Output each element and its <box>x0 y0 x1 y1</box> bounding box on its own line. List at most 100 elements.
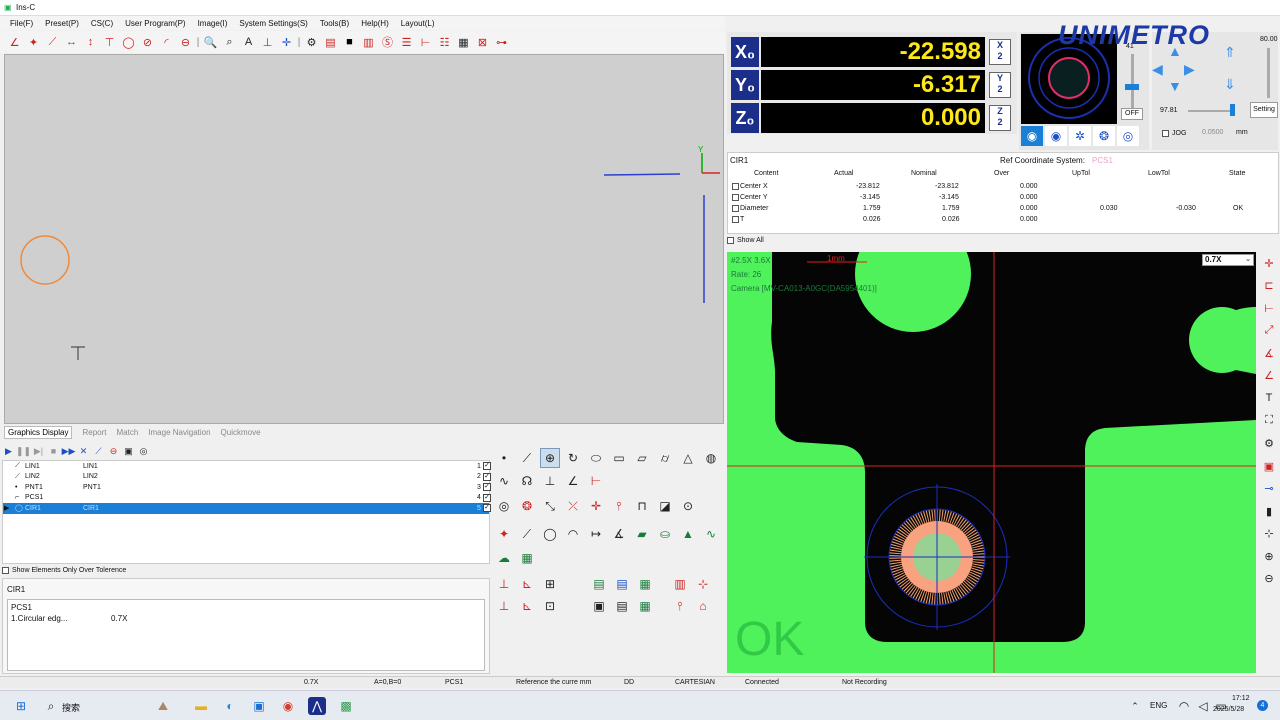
visibility-checkbox[interactable]: ✓ <box>483 493 491 502</box>
list-item-selected[interactable]: ▶ ◯ CIR1 CIR1 5 ✓ <box>3 503 491 514</box>
text-tool-icon[interactable]: A <box>240 34 257 51</box>
word-export-icon[interactable]: ▤ <box>612 574 632 594</box>
cone-tool-icon[interactable]: △ <box>678 448 698 468</box>
line-tool-icon[interactable]: ⟋ <box>44 34 61 51</box>
setting-button[interactable]: Setting <box>1250 102 1278 118</box>
ruler-icon[interactable]: ⊢ <box>417 34 434 51</box>
point-tool-icon[interactable]: ✦ <box>25 34 42 51</box>
widget-icon[interactable]: ⛰ <box>148 697 178 715</box>
distance-icon[interactable]: ↦ <box>586 524 606 544</box>
fast-forward-icon[interactable]: ▶▶ <box>62 445 76 458</box>
cylinder-icon[interactable]: ⛀ <box>655 524 675 544</box>
quadrant-light-icon[interactable]: ❂ <box>1093 126 1115 146</box>
tab-image-navigation[interactable]: Image Navigation <box>148 428 210 437</box>
angle-tool-icon[interactable]: ∠ <box>6 34 23 51</box>
ref-coord-value[interactable]: PCS1 <box>1092 156 1113 165</box>
menu-layout[interactable]: Layout(L) <box>401 19 435 28</box>
ellipse-tool-icon[interactable]: ⬭ <box>586 448 606 468</box>
excel-export-icon[interactable]: ▤ <box>589 574 609 594</box>
visibility-checkbox[interactable]: ✓ <box>483 483 491 492</box>
row-checkbox[interactable] <box>732 183 739 190</box>
segment-light-icon[interactable]: ✲ <box>1069 126 1091 146</box>
z-up-icon[interactable]: ⇑ <box>1224 44 1236 61</box>
menu-preset[interactable]: Preset(P) <box>45 19 79 28</box>
down-arrow-icon[interactable]: ▼ <box>1168 78 1182 94</box>
rectangle-tool-icon[interactable]: ▭ <box>609 448 629 468</box>
angle-tool-icon[interactable]: ∠ <box>563 471 583 491</box>
list-item[interactable]: • PNT1 PNT1 3 ✓ <box>3 482 491 493</box>
edge-tool-icon[interactable]: ⤡ <box>540 496 560 516</box>
chrome-icon[interactable]: ◉ <box>279 697 297 715</box>
tool-settings-icon[interactable]: ✕ <box>77 445 90 458</box>
vertical-distance-icon[interactable]: ↕ <box>82 34 99 51</box>
app-icon[interactable]: ▩ <box>337 697 355 715</box>
visibility-checkbox[interactable]: ✓ <box>483 462 491 471</box>
cone-icon[interactable]: ▲ <box>678 524 698 544</box>
focus-icon[interactable]: ⊙ <box>678 496 698 516</box>
save-report-icon[interactable]: ▤ <box>612 596 632 616</box>
right-arrow-icon[interactable]: ▶ <box>1184 61 1195 78</box>
text-icon[interactable]: T <box>1261 390 1277 406</box>
ring-light-icon[interactable]: ◉ <box>1021 126 1043 146</box>
fullscreen-icon[interactable]: ⛶ <box>1261 412 1277 428</box>
angle-icon[interactable]: ∠ <box>1261 367 1277 383</box>
dro-z-half-button[interactable]: Z2 <box>989 105 1011 131</box>
probe-icon[interactable]: ⫯ <box>609 496 629 516</box>
crosshair-add-icon[interactable]: ✛ <box>1261 255 1277 271</box>
concentric-icon[interactable]: ◎ <box>494 496 514 516</box>
circle-tool-icon[interactable]: ◯ <box>120 34 137 51</box>
menu-system-settings[interactable]: System Settings(S) <box>239 19 307 28</box>
intersect-icon[interactable]: ⤫ <box>563 496 583 516</box>
tab-match[interactable]: Match <box>116 428 138 437</box>
probe-icon[interactable]: ⊸ <box>1261 480 1277 496</box>
color-icon[interactable]: ▥ <box>670 574 690 594</box>
coord-align-icon[interactable]: ⊞ <box>540 574 560 594</box>
construct-line-icon[interactable]: ⟋ <box>517 524 537 544</box>
list-item[interactable]: ⟋ LIN2 LIN2 2 ✓ <box>3 472 491 483</box>
move-icon[interactable]: ⊹ <box>693 574 713 594</box>
arc-tool-icon[interactable]: ↻ <box>563 448 583 468</box>
freeform-tool-icon[interactable]: ☊ <box>517 471 537 491</box>
pin-icon[interactable]: ⫯ <box>670 596 690 616</box>
sheet-icon[interactable]: ▦ <box>635 596 655 616</box>
cylinder-tool-icon[interactable]: ⌭ <box>655 448 675 468</box>
columns-icon[interactable]: ☷ <box>436 34 453 51</box>
cross-tool-icon[interactable]: ✛ <box>586 496 606 516</box>
taskbar-search-label[interactable]: 搜索 <box>62 701 80 714</box>
target-icon[interactable]: ◎ <box>137 445 150 458</box>
no-circle-icon[interactable]: ⊘ <box>139 34 156 51</box>
wifi-icon[interactable]: ◠ <box>1175 697 1193 715</box>
export-icon[interactable]: ⊠ <box>474 34 491 51</box>
edge-browser-icon[interactable]: ◐ <box>221 697 239 715</box>
pause-icon[interactable]: ❚❚ <box>16 445 31 458</box>
slope-icon[interactable]: ⤢ <box>1261 322 1277 338</box>
profile-icon[interactable]: ⊓ <box>632 496 652 516</box>
jog-checkbox[interactable] <box>1162 130 1169 137</box>
notification-badge[interactable]: 4 <box>1257 700 1268 711</box>
list-item[interactable]: ⌐ PCS1 4 ✓ <box>3 493 491 504</box>
stop-icon[interactable]: ■ <box>341 34 358 51</box>
show-over-tolerance-option[interactable]: Show Elements Only Over Tolerence <box>2 565 302 575</box>
step-value[interactable]: 0.0500 <box>1202 129 1223 136</box>
report-icon[interactable]: ▥ <box>360 34 377 51</box>
visibility-checkbox[interactable]: ✓ <box>483 504 491 513</box>
list-item[interactable]: ⟋ LIN1 LIN1 1 ✓ <box>3 461 491 472</box>
stop-icon[interactable]: ■ <box>47 445 60 458</box>
origin-icon[interactable]: ⊥ <box>494 574 514 594</box>
zoom-out-icon[interactable]: ⌕ <box>221 34 238 51</box>
show-all-checkbox[interactable] <box>727 237 734 244</box>
menu-cs[interactable]: CS(C) <box>91 19 113 28</box>
plane-icon[interactable]: ▰ <box>632 524 652 544</box>
construct-circle-icon[interactable]: ◯ <box>540 524 560 544</box>
row-checkbox[interactable] <box>732 205 739 212</box>
zoom-in-icon[interactable]: 🔍 <box>202 34 219 51</box>
graphics-canvas[interactable]: Y <box>4 54 724 424</box>
tab-graphics-display[interactable]: Graphics Display <box>4 425 73 439</box>
circle-center-tool-icon[interactable]: ⊕ <box>540 448 560 468</box>
camera-snap-icon[interactable]: ▣ <box>122 445 135 458</box>
store-icon[interactable]: ▣ <box>250 697 268 715</box>
light-slider-thumb[interactable] <box>1125 84 1139 90</box>
barcode-icon[interactable]: ▮ <box>1261 503 1277 519</box>
target-icon[interactable]: ⊹ <box>1261 525 1277 541</box>
record-icon[interactable]: ▣ <box>1261 458 1277 474</box>
